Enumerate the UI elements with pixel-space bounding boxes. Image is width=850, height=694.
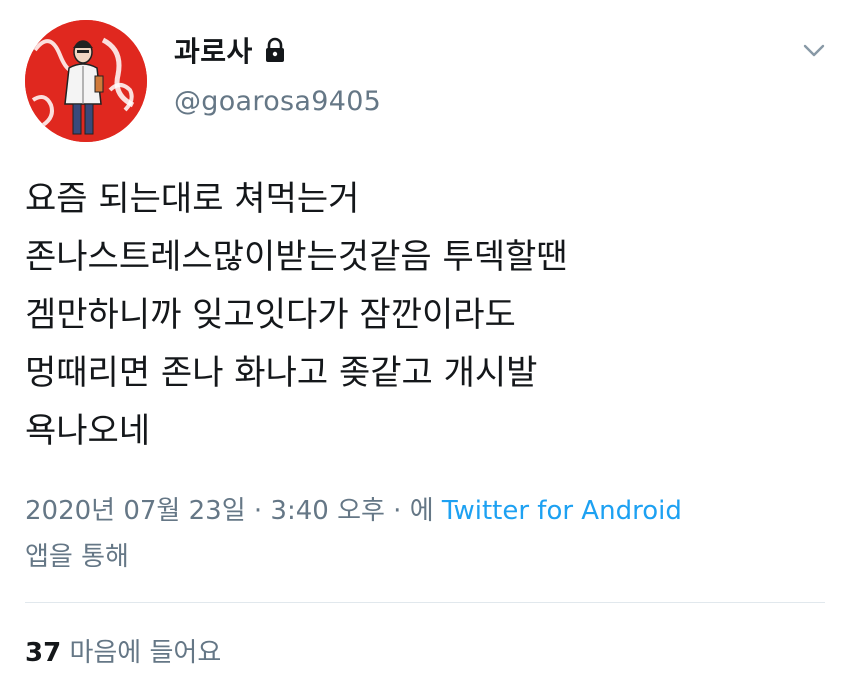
avatar[interactable] (25, 20, 147, 142)
tweet-text: 요즘 되는대로 쳐먹는거 존나스트레스많이받는것같음 투덱할땐 겜만하니까 잊고… (25, 170, 825, 460)
timestamp[interactable]: 2020년 07월 23일 · 3:40 오후 · 에 (25, 496, 434, 526)
display-name-row: 과로사 (174, 30, 287, 70)
tweet-meta: 2020년 07월 23일 · 3:40 오후 · 에 Twitter for … (25, 488, 815, 580)
avatar-illustration (25, 20, 147, 142)
more-options-button[interactable] (796, 34, 832, 70)
source-link[interactable]: Twitter for Android (442, 496, 682, 526)
likes-count: 37 (25, 638, 62, 668)
tweet-text-line: 요즘 되는대로 쳐먹는거 (25, 179, 360, 219)
user-handle[interactable]: @goarosa9405 (174, 86, 381, 117)
tweet-text-line: 욕나오네 (25, 411, 151, 451)
lock-icon (263, 37, 287, 63)
chevron-down-icon (803, 43, 825, 62)
tweet-text-line: 존나스트레스많이받는것같음 투덱할땐 (25, 237, 568, 277)
likes-label: 마음에 들어요 (69, 638, 222, 668)
display-name[interactable]: 과로사 (174, 30, 253, 70)
tweet-text-line: 멍때리면 존나 화나고 좆같고 개시발 (25, 353, 538, 393)
source-suffix: 앱을 통해 (25, 542, 129, 572)
divider (25, 602, 825, 603)
tweet: 과로사 @goarosa9405 요즘 되는대로 쳐먹는거 존나스트레스많이받는… (0, 0, 850, 694)
likes-stat[interactable]: 37 마음에 들어요 (25, 630, 221, 676)
tweet-text-line: 겜만하니까 잊고잇다가 잠깐이라도 (25, 295, 516, 335)
